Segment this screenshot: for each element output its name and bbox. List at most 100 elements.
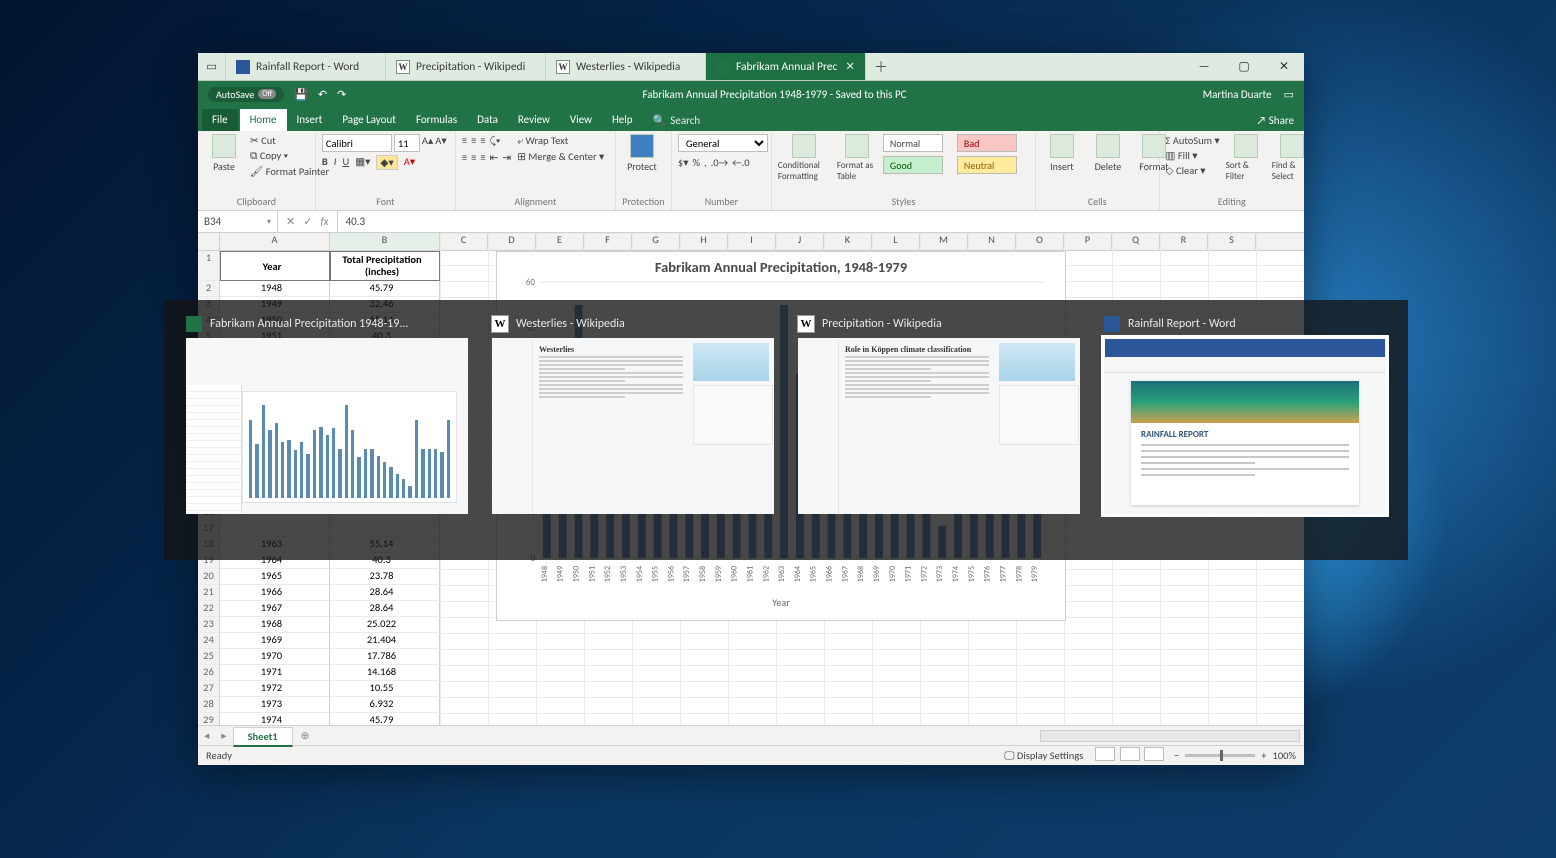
increase-decimal-icon[interactable]: .0→	[711, 156, 728, 169]
grow-font-icon[interactable]: A▴	[422, 134, 433, 152]
enter-formula-icon[interactable]: ✓	[303, 215, 312, 228]
column-header[interactable]: N	[968, 233, 1016, 250]
cell-value[interactable]: 6.932	[330, 697, 440, 713]
cell-value[interactable]: 45.79	[330, 281, 440, 297]
display-settings[interactable]: 🖵 Display Settings	[1004, 749, 1083, 763]
cell-value[interactable]: 25.022	[330, 617, 440, 633]
new-tab-button[interactable]: ＋	[866, 53, 896, 80]
sets-tab[interactable]: WPrecipitation - Wikipedi	[386, 53, 546, 80]
row-header[interactable]: 21	[198, 585, 220, 601]
view-page-break-icon[interactable]	[1144, 747, 1164, 761]
align-left-icon[interactable]: ≡	[462, 151, 467, 164]
sheet-tab[interactable]: Sheet1	[233, 727, 293, 747]
search-box[interactable]: 🔍 Search	[643, 110, 711, 131]
paste-button[interactable]: Paste	[204, 134, 244, 173]
clear-button[interactable]: ◇ Clear ▾	[1166, 164, 1220, 177]
column-header[interactable]: D	[488, 233, 536, 250]
cell-value[interactable]: 17.786	[330, 649, 440, 665]
tab-help[interactable]: Help	[602, 109, 643, 131]
save-icon[interactable]: 💾	[294, 88, 308, 101]
alttab-thumbnail[interactable]: Fabrikam Annual Precipitation 1948-19...	[186, 316, 468, 514]
cell-value[interactable]: 23.78	[330, 569, 440, 585]
zoom-out-button[interactable]: −	[1174, 749, 1179, 762]
cell-value[interactable]: 14.168	[330, 665, 440, 681]
protect-button[interactable]: Protect	[622, 134, 662, 173]
wrap-text-button[interactable]: ⤶ Wrap Text	[517, 134, 604, 148]
comma-icon[interactable]: ,	[704, 156, 707, 169]
row-header[interactable]: 28	[198, 697, 220, 713]
fill-button[interactable]: ▥ Fill ▾	[1166, 149, 1220, 162]
cell-value[interactable]: 10.55	[330, 681, 440, 697]
column-header[interactable]: R	[1160, 233, 1208, 250]
decrease-decimal-icon[interactable]: ←.0	[732, 156, 749, 169]
delete-cells-button[interactable]: Delete	[1088, 134, 1128, 173]
row-header[interactable]: 27	[198, 681, 220, 697]
user-name[interactable]: Martina Duarte	[1203, 88, 1272, 101]
cell-year[interactable]: 1968	[220, 617, 330, 633]
tab-data[interactable]: Data	[467, 109, 508, 131]
account-icon[interactable]: ▭	[1284, 88, 1294, 101]
cell-year[interactable]: 1965	[220, 569, 330, 585]
window-minimize[interactable]: —	[1184, 53, 1224, 80]
share-button[interactable]: ↗ Share	[1247, 110, 1304, 131]
row-header[interactable]: 2	[198, 281, 220, 297]
sort-filter-button[interactable]: Sort & Filter	[1226, 134, 1266, 182]
window-maximize[interactable]: ▢	[1224, 53, 1264, 80]
column-header[interactable]: S	[1208, 233, 1256, 250]
alttab-thumbnail[interactable]: Rainfall Report - WordRAINFALL REPORT	[1104, 316, 1386, 514]
sheet-nav-prev[interactable]: ◂	[198, 729, 215, 742]
view-page-layout-icon[interactable]	[1120, 747, 1140, 761]
shrink-font-icon[interactable]: A▾	[435, 134, 446, 152]
font-color-button[interactable]: A▾	[404, 155, 415, 170]
alttab-thumbnail[interactable]: WPrecipitation - WikipediaRole in Köppen…	[798, 316, 1080, 514]
align-right-icon[interactable]: ≡	[480, 151, 485, 164]
cell-year[interactable]: 1974	[220, 713, 330, 725]
cell-value[interactable]: 28.64	[330, 601, 440, 617]
column-header[interactable]: B	[330, 233, 440, 250]
view-normal-icon[interactable]	[1095, 747, 1115, 761]
task-view-button[interactable]: ▭	[198, 53, 226, 80]
sets-tab[interactable]: Rainfall Report - Word	[226, 53, 386, 80]
formula-input[interactable]: 40.3	[338, 215, 374, 228]
cell-value[interactable]: 28.64	[330, 585, 440, 601]
undo-icon[interactable]: ↶	[318, 88, 327, 101]
cell-year[interactable]: 1972	[220, 681, 330, 697]
cell-year[interactable]: 1970	[220, 649, 330, 665]
conditional-formatting-button[interactable]: Conditional Formatting	[778, 134, 831, 182]
sheet-nav-next[interactable]: ▸	[215, 729, 232, 742]
column-header[interactable]: E	[536, 233, 584, 250]
row-header[interactable]: 25	[198, 649, 220, 665]
tab-home[interactable]: Home	[240, 109, 287, 131]
borders-button[interactable]: ▦▾	[355, 155, 370, 170]
insert-cells-button[interactable]: Insert	[1042, 134, 1082, 173]
cell-year[interactable]: 1973	[220, 697, 330, 713]
font-size-combo[interactable]	[394, 134, 420, 152]
redo-icon[interactable]: ↷	[337, 88, 346, 101]
column-header[interactable]: M	[920, 233, 968, 250]
zoom-in-button[interactable]: +	[1261, 749, 1266, 762]
column-header[interactable]: C	[440, 233, 488, 250]
find-select-button[interactable]: Find & Select	[1272, 134, 1304, 182]
row-header[interactable]: 22	[198, 601, 220, 617]
column-header[interactable]: K	[824, 233, 872, 250]
number-format-combo[interactable]: General	[678, 134, 768, 152]
cell-value[interactable]: 21.404	[330, 633, 440, 649]
column-header[interactable]: I	[728, 233, 776, 250]
row-header[interactable]: 24	[198, 633, 220, 649]
percent-icon[interactable]: %	[693, 156, 701, 169]
sets-tab[interactable]: WWesterlies - Wikipedia	[546, 53, 706, 80]
cancel-formula-icon[interactable]: ✕	[286, 215, 295, 228]
column-header[interactable]: F	[584, 233, 632, 250]
row-header[interactable]: 23	[198, 617, 220, 633]
cell-style-normal[interactable]: Normal	[883, 134, 943, 152]
tab-formulas[interactable]: Formulas	[406, 109, 467, 131]
autosum-button[interactable]: Σ AutoSum ▾	[1166, 134, 1220, 147]
cell-year[interactable]: 1967	[220, 601, 330, 617]
increase-indent-icon[interactable]: ⇥	[502, 151, 511, 164]
align-middle-icon[interactable]: ≡	[471, 134, 476, 148]
column-header[interactable]: Q	[1112, 233, 1160, 250]
decrease-indent-icon[interactable]: ⇤	[490, 151, 499, 164]
column-header[interactable]: O	[1016, 233, 1064, 250]
column-header[interactable]: G	[632, 233, 680, 250]
column-header[interactable]: J	[776, 233, 824, 250]
